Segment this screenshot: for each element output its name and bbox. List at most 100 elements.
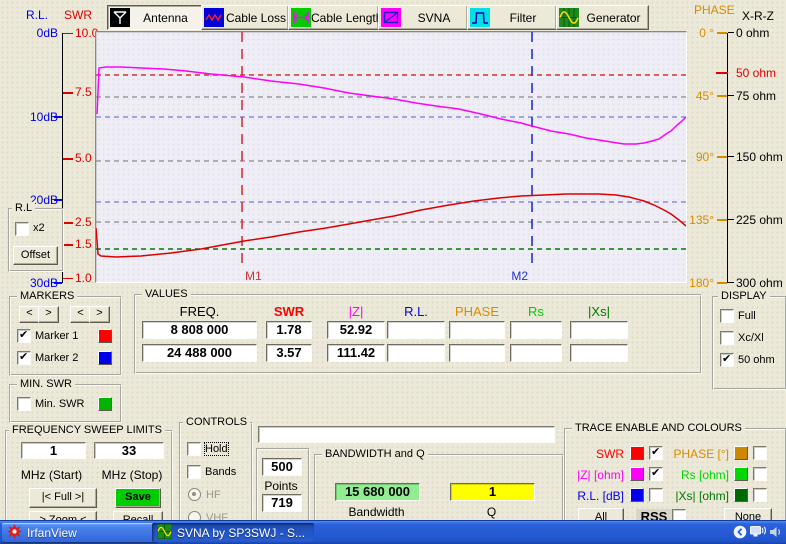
trace-z-checkbox[interactable] bbox=[649, 467, 663, 481]
values-header-rs: Rs bbox=[510, 304, 562, 319]
values-header-rl: R.L. bbox=[387, 304, 445, 319]
marker1-checkbox[interactable] bbox=[17, 329, 31, 343]
rl-tick-label: 0dB bbox=[20, 26, 58, 40]
tray-network-icon[interactable] bbox=[750, 525, 766, 542]
min-swr-checkbox[interactable] bbox=[17, 397, 31, 411]
value-xs-m1 bbox=[570, 321, 628, 339]
value-xs-m2 bbox=[570, 344, 628, 362]
value-freq-m1: 8 808 000 bbox=[142, 321, 257, 339]
taskbar-button-irfanview[interactable]: IrfanView bbox=[2, 523, 158, 542]
svna-window: R.L. SWR Antenna Cable Loss Cable Length… bbox=[0, 0, 786, 544]
taskbar-button-svna[interactable]: SVNA by SP3SWJ - S... bbox=[152, 523, 314, 542]
bands-checkbox[interactable] bbox=[187, 465, 201, 479]
marker2-color-swatch[interactable] bbox=[98, 351, 112, 365]
ohm-tick-label: 75 ohm bbox=[736, 89, 776, 103]
values-header-z: |Z| bbox=[327, 304, 385, 319]
trace-rl-label: R.L. [dB] bbox=[566, 489, 624, 503]
group-caption: DISPLAY bbox=[718, 290, 770, 303]
trace-swr-swatch[interactable] bbox=[630, 446, 644, 460]
swr-tick-label: 1.0 bbox=[75, 271, 92, 285]
trace-phase-swatch[interactable] bbox=[734, 446, 748, 460]
tray-volume-icon[interactable] bbox=[769, 525, 783, 542]
display-50ohm-checkbox[interactable] bbox=[720, 353, 734, 367]
value-z-m2: 111.42 bbox=[327, 344, 385, 362]
group-caption: R.L bbox=[12, 202, 35, 215]
group-caption: CONTROLS bbox=[183, 416, 250, 429]
marker1-prev-button[interactable]: < bbox=[19, 306, 40, 323]
irfanview-icon bbox=[7, 524, 22, 542]
group-caption: MARKERS bbox=[17, 290, 77, 303]
toolbar-button-filter[interactable]: Filter bbox=[467, 5, 557, 30]
trace-rl-checkbox[interactable] bbox=[649, 488, 663, 502]
bandwidth-value: 15 680 000 bbox=[335, 483, 420, 501]
values-header-xs: |Xs| bbox=[570, 304, 628, 319]
trace-swr-label: SWR bbox=[570, 447, 624, 461]
group-caption: TRACE ENABLE AND COLOURS bbox=[572, 422, 745, 435]
values-header-freq: FREQ. bbox=[142, 304, 257, 319]
trace-swr-checkbox[interactable] bbox=[649, 446, 663, 460]
marker1-next-button[interactable]: > bbox=[38, 306, 59, 323]
min-swr-group: MIN. SWR Min. SWR bbox=[9, 384, 122, 423]
hf-radio[interactable] bbox=[188, 488, 201, 501]
toolbar-button-label: Cable Length bbox=[311, 11, 382, 25]
start-frequency-input[interactable] bbox=[21, 442, 86, 459]
value-rs-m2 bbox=[510, 344, 562, 362]
group-caption: MIN. SWR bbox=[17, 378, 75, 391]
value-rl-m2 bbox=[387, 344, 445, 362]
trace-swr bbox=[96, 194, 686, 257]
display-full-checkbox[interactable] bbox=[720, 309, 734, 323]
hf-label: HF bbox=[206, 489, 221, 501]
tray-collapse-chevron-icon[interactable] bbox=[733, 525, 747, 542]
antenna-icon bbox=[110, 8, 130, 27]
marker1-color-swatch[interactable] bbox=[98, 329, 112, 343]
marker2-checkbox[interactable] bbox=[17, 351, 31, 365]
trace-phase-checkbox[interactable] bbox=[753, 446, 767, 460]
group-caption: BANDWIDTH and Q bbox=[322, 448, 428, 461]
marker1-label: Marker 1 bbox=[35, 330, 78, 342]
toolbar-button-cable-length[interactable]: Cable Length bbox=[288, 5, 379, 30]
ohm-tick-label: 300 ohm bbox=[736, 276, 783, 290]
trace-rs-checkbox[interactable] bbox=[753, 467, 767, 481]
toolbar-button-generator[interactable]: Generator bbox=[556, 5, 649, 30]
swr-tick-label: 2.5 bbox=[75, 215, 92, 229]
marker2-prev-button[interactable]: < bbox=[70, 306, 91, 323]
x2-checkbox[interactable] bbox=[15, 222, 29, 236]
value-swr-m1: 1.78 bbox=[266, 321, 312, 339]
phase-axis-title: PHASE bbox=[694, 3, 735, 17]
trace-rs-swatch[interactable] bbox=[734, 467, 748, 481]
rl-offset-group: R.L x2 Offset bbox=[8, 208, 64, 272]
toolbar-button-antenna[interactable]: Antenna bbox=[107, 5, 202, 30]
trace-z-label: |Z| [ohm] bbox=[566, 468, 624, 482]
trace-xs-swatch[interactable] bbox=[734, 488, 748, 502]
toolbar-button-cable-loss[interactable]: Cable Loss bbox=[201, 5, 289, 30]
taskbar: IrfanView SVNA by SP3SWJ - S... bbox=[0, 520, 786, 544]
command-input[interactable] bbox=[258, 426, 555, 443]
sweep-chart[interactable]: M1 M2 bbox=[95, 31, 687, 283]
values-group: VALUES FREQ. SWR |Z| R.L. PHASE Rs |Xs| … bbox=[134, 294, 702, 374]
stop-frequency-input[interactable] bbox=[94, 442, 164, 459]
value-freq-m2: 24 488 000 bbox=[142, 344, 257, 362]
display-xcxl-label: Xc/Xl bbox=[738, 332, 764, 344]
offset-button[interactable]: Offset bbox=[13, 246, 58, 265]
marker-label-m1: M1 bbox=[245, 269, 262, 282]
start-frequency-label: MHz (Start) bbox=[9, 468, 94, 482]
trace-z-swatch[interactable] bbox=[630, 467, 644, 481]
display-group: DISPLAY Full Xc/Xl 50 ohm bbox=[712, 296, 786, 390]
display-xcxl-checkbox[interactable] bbox=[720, 331, 734, 345]
marker2-next-button[interactable]: > bbox=[89, 306, 110, 323]
full-sweep-button[interactable]: |< Full >| bbox=[29, 488, 97, 508]
toolbar-button-svna[interactable]: SVNA bbox=[378, 5, 468, 30]
value-rl-m1 bbox=[387, 321, 445, 339]
trace-xs-checkbox[interactable] bbox=[753, 488, 767, 502]
trace-rl-swatch[interactable] bbox=[630, 488, 644, 502]
ohm-tick-label: 225 ohm bbox=[736, 213, 783, 227]
hold-checkbox[interactable] bbox=[187, 442, 201, 456]
value-rs-m1 bbox=[510, 321, 562, 339]
min-swr-color-swatch[interactable] bbox=[98, 397, 112, 411]
save-button[interactable]: Save bbox=[115, 488, 161, 508]
svna-icon bbox=[381, 8, 401, 27]
value-phase-m2 bbox=[449, 344, 505, 362]
marker-label-m2: M2 bbox=[511, 269, 528, 282]
q-value: 1 bbox=[450, 483, 535, 501]
swr-axis-title: SWR bbox=[64, 8, 92, 22]
